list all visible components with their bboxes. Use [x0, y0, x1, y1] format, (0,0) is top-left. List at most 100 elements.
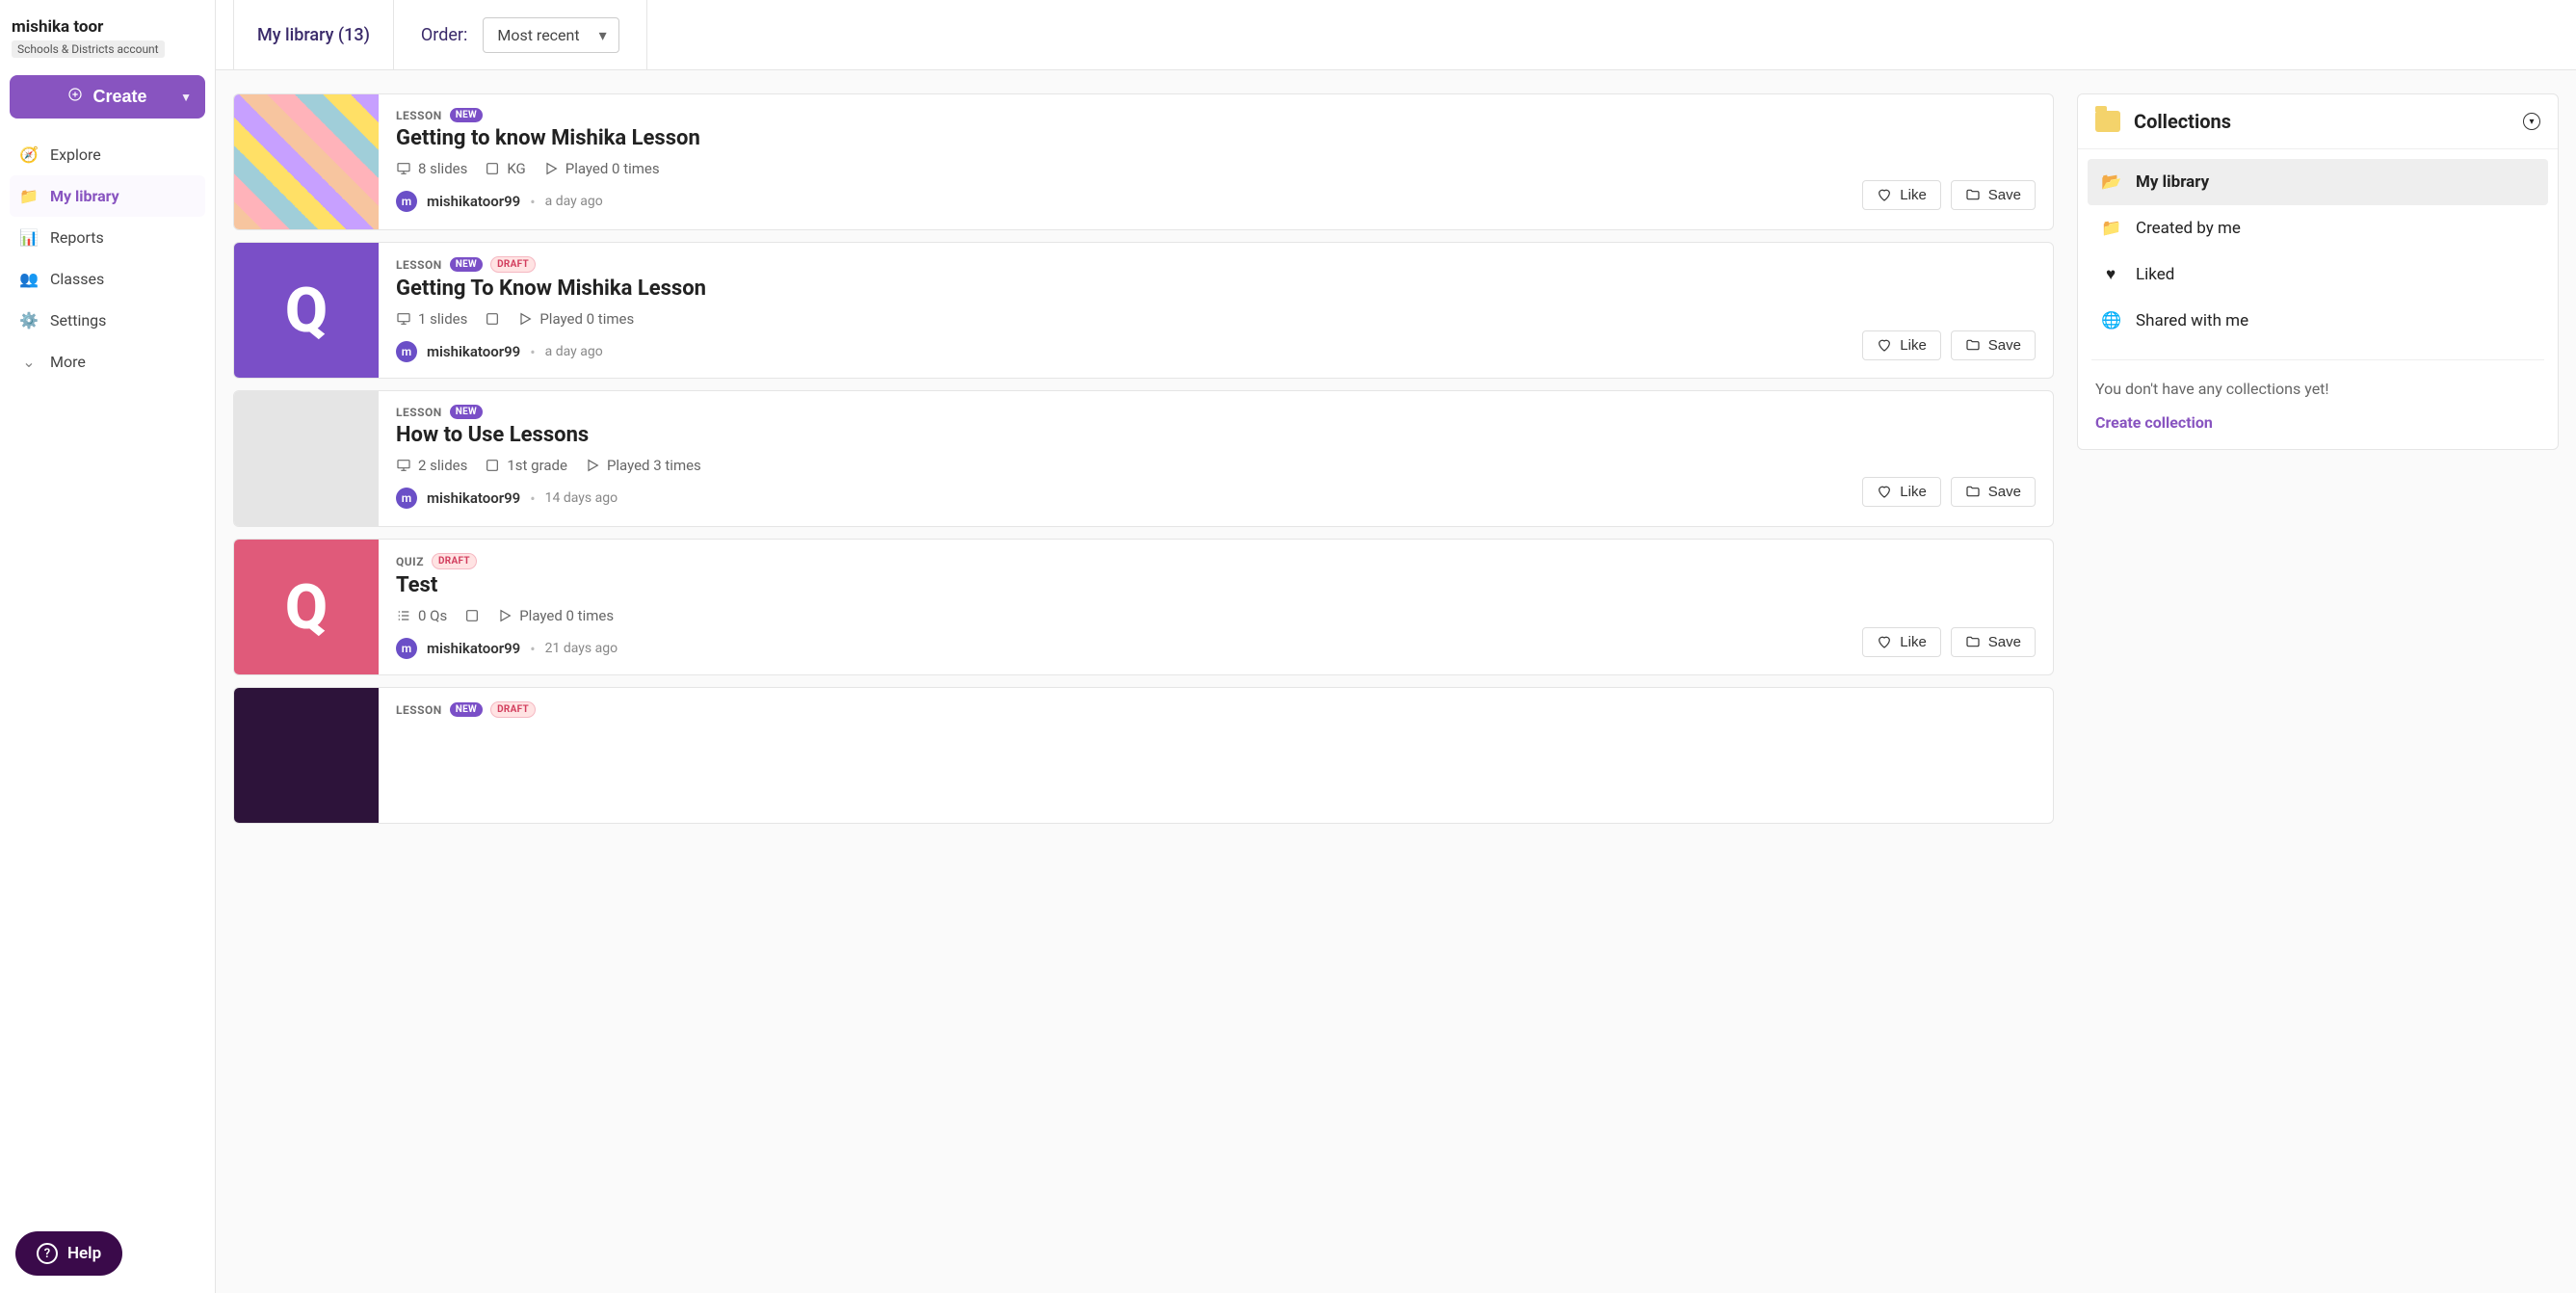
card-type-row: LESSON NEW — [396, 108, 2036, 122]
save-button[interactable]: Save — [1951, 330, 2036, 360]
card-meta-row: 8 slides KG Played 0 times — [396, 160, 2036, 177]
save-button[interactable]: Save — [1951, 477, 2036, 507]
card-type-row: LESSON NEW DRAFT — [396, 256, 2036, 273]
card-thumbnail — [234, 688, 379, 823]
topbar: My library (13) Order: Most recent — [216, 0, 2576, 70]
library-card[interactable]: LESSON NEW Getting to know Mishika Lesso… — [233, 93, 2054, 230]
collections-empty-text: You don't have any collections yet! — [2078, 366, 2558, 406]
card-thumbnail: Q — [234, 540, 379, 674]
sidebar-item-classes[interactable]: 👥 Classes — [10, 258, 205, 300]
card-actions: Like Save — [1862, 627, 2036, 657]
compass-icon: 🧭 — [19, 145, 39, 164]
collections-header: Collections ▾ — [2078, 94, 2558, 149]
library-card[interactable]: Q LESSON NEW DRAFT Getting To Know Mishi… — [233, 242, 2054, 379]
avatar: m — [396, 191, 417, 212]
author-row: m mishikatoor99 • 14 days ago — [396, 474, 618, 509]
folder-open-icon: 📂 — [2101, 172, 2120, 192]
author-name: mishikatoor99 — [427, 489, 520, 507]
user-block: mishika toor Schools & Districts account — [10, 13, 205, 69]
plays-count: Played 0 times — [517, 310, 634, 328]
time-ago: a day ago — [545, 344, 603, 359]
library-card[interactable]: LESSON NEW DRAFT — [233, 687, 2054, 824]
card-body: LESSON NEW Getting to know Mishika Lesso… — [379, 94, 2053, 229]
draft-badge: DRAFT — [432, 553, 477, 569]
card-thumbnail — [234, 391, 379, 526]
quizizz-logo-icon: Q — [285, 571, 328, 644]
like-button[interactable]: Like — [1862, 330, 1941, 360]
card-thumbnail: Q — [234, 243, 379, 378]
create-button-label: Create — [92, 87, 146, 107]
plays-count: Played 0 times — [497, 607, 614, 624]
expand-icon[interactable]: ▾ — [2523, 113, 2540, 130]
collections-title: Collections — [2134, 110, 2510, 133]
bar-chart-icon: 📊 — [19, 228, 39, 247]
sidebar-item-settings[interactable]: ⚙️ Settings — [10, 300, 205, 341]
collections-list: 📂 My library 📁 Created by me ♥ Liked — [2078, 149, 2558, 354]
library-card[interactable]: Q QUIZ DRAFT Test 0 Qs Played 0 times m … — [233, 539, 2054, 675]
card-actions: Like Save — [1862, 180, 2036, 210]
card-body: QUIZ DRAFT Test 0 Qs Played 0 times m mi… — [379, 540, 2053, 674]
collection-item-my-library[interactable]: 📂 My library — [2088, 159, 2548, 205]
slides-count: 0 Qs — [396, 607, 447, 624]
slides-count: 2 slides — [396, 457, 467, 474]
card-title: Getting To Know Mishika Lesson — [396, 277, 2036, 301]
time-ago: 21 days ago — [545, 641, 618, 656]
order-selected-value: Most recent — [497, 26, 579, 44]
gear-icon: ⚙️ — [19, 311, 39, 330]
card-type-label: LESSON — [396, 258, 442, 272]
sidebar-item-more[interactable]: ⌄ More — [10, 341, 205, 383]
sidebar-item-label: My library — [50, 187, 119, 205]
sidebar-item-reports[interactable]: 📊 Reports — [10, 217, 205, 258]
create-collection-link[interactable]: Create collection — [2078, 406, 2558, 449]
collection-item-label: My library — [2136, 172, 2209, 192]
new-badge: NEW — [450, 405, 483, 419]
card-type-label: LESSON — [396, 406, 442, 419]
like-button[interactable]: Like — [1862, 180, 1941, 210]
tab-label-text: My library (13) — [257, 25, 370, 45]
quizizz-logo-icon: Q — [285, 275, 328, 347]
library-card[interactable]: LESSON NEW How to Use Lessons 2 slides 1… — [233, 390, 2054, 527]
save-button[interactable]: Save — [1951, 180, 2036, 210]
collection-item-created-by-me[interactable]: 📁 Created by me — [2088, 205, 2548, 251]
card-title: Getting to know Mishika Lesson — [396, 126, 2036, 150]
sidebar-item-explore[interactable]: 🧭 Explore — [10, 134, 205, 175]
card-type-row: LESSON NEW — [396, 405, 2036, 419]
plays-count: Played 3 times — [585, 457, 701, 474]
new-badge: NEW — [450, 257, 483, 272]
help-button[interactable]: ? Help — [15, 1231, 122, 1276]
card-body: LESSON NEW How to Use Lessons 2 slides 1… — [379, 391, 2053, 526]
collection-item-liked[interactable]: ♥ Liked — [2088, 251, 2548, 298]
slides-count: 1 slides — [396, 310, 467, 328]
avatar: m — [396, 341, 417, 362]
tab-my-library[interactable]: My library (13) — [234, 0, 394, 69]
grade-label: KG — [485, 160, 525, 177]
new-badge: NEW — [450, 108, 483, 122]
card-title: Test — [396, 573, 2036, 597]
time-ago: a day ago — [545, 194, 603, 209]
card-meta-row: 0 Qs Played 0 times — [396, 607, 2036, 624]
sidebar-item-label: Settings — [50, 311, 106, 330]
sidebar-item-label: Explore — [50, 145, 101, 164]
sidebar-item-my-library[interactable]: 📁 My library — [10, 175, 205, 217]
chevron-down-icon: ▼ — [180, 91, 192, 104]
card-actions: Like Save — [1862, 477, 2036, 507]
draft-badge: DRAFT — [490, 701, 536, 718]
order-dropdown[interactable]: Most recent — [483, 17, 618, 53]
collections-column: Collections ▾ 📂 My library 📁 Created by … — [2077, 93, 2559, 824]
like-button[interactable]: Like — [1862, 477, 1941, 507]
card-body: LESSON NEW DRAFT — [379, 688, 2053, 823]
like-button[interactable]: Like — [1862, 627, 1941, 657]
grade-label — [485, 311, 500, 327]
card-type-row: LESSON NEW DRAFT — [396, 701, 2036, 718]
sidebar-item-label: More — [50, 353, 86, 371]
create-button[interactable]: Create ▼ — [10, 75, 205, 119]
collection-item-label: Created by me — [2136, 219, 2241, 238]
collection-item-shared-with-me[interactable]: 🌐 Shared with me — [2088, 298, 2548, 344]
order-section: Order: Most recent — [394, 17, 646, 53]
plays-count: Played 0 times — [543, 160, 660, 177]
folder-icon — [2095, 111, 2120, 132]
author-name: mishikatoor99 — [427, 640, 520, 657]
account-type-badge: Schools & Districts account — [12, 40, 165, 58]
save-button[interactable]: Save — [1951, 627, 2036, 657]
card-type-label: LESSON — [396, 703, 442, 717]
